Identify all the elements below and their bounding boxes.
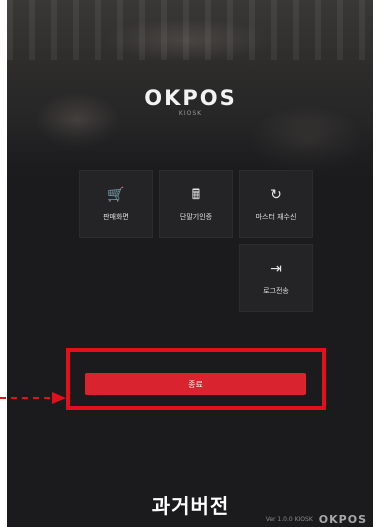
tile-label: 단말기인증 [179,212,213,221]
tile-terminal-auth[interactable]: 🖩 단말기인증 [159,170,233,238]
refresh-icon: ↻ [270,186,282,203]
tile-label: 판매화면 [103,212,129,221]
tile-log-send[interactable]: ⇥ 로그전송 [239,244,313,312]
calculator-icon: 🖩 [191,186,201,203]
footer: Ver 1.0.0 KIOSK OKPOS [266,513,367,526]
tile-sales-screen[interactable]: 🛒 판매화면 [79,170,153,238]
tile-master-resync[interactable]: ↻ 마스터 재수신 [239,170,313,238]
tile-label: 마스터 재수신 [255,212,297,221]
dashed-arrow-icon [0,392,66,404]
shopping-cart-icon: 🛒 [107,186,125,203]
kiosk-subtitle: KIOSK [178,110,203,117]
kiosk-screen [7,0,373,527]
tile-label: 로그전송 [263,286,289,295]
okpos-logo: OKPOS [144,86,237,110]
exit-button[interactable]: 종료 [85,373,306,395]
log-export-icon: ⇥ [270,260,282,277]
footer-brand-logo: OKPOS [318,513,367,526]
footer-version-text: Ver 1.0.0 KIOSK [265,516,313,523]
